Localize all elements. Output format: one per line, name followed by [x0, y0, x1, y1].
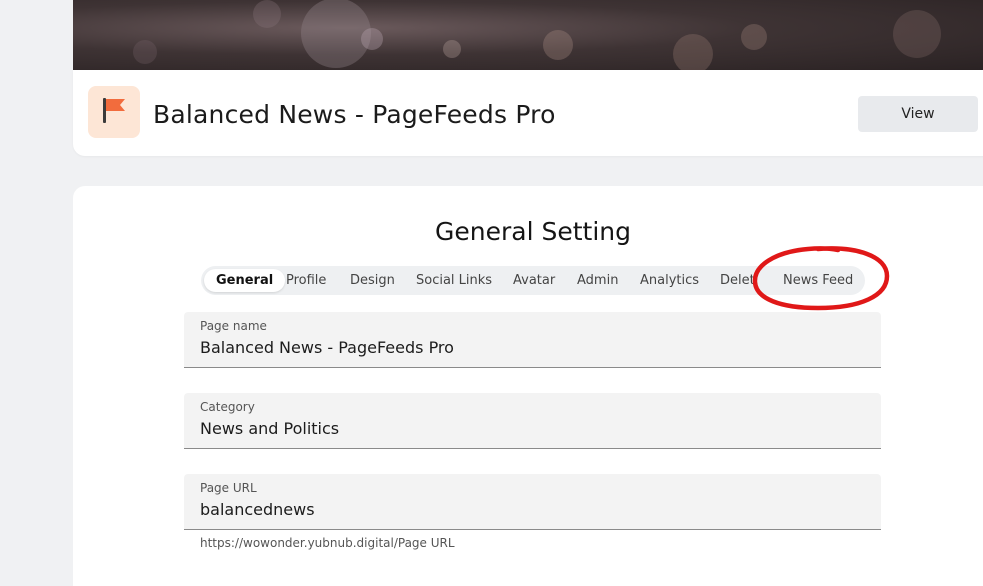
page-url-field[interactable]: Page URL balancednews: [184, 474, 881, 530]
page-name-input[interactable]: Balanced News - PageFeeds Pro: [200, 338, 454, 357]
settings-tabs: General Profile Design Social Links Avat…: [201, 266, 865, 295]
page-name-field[interactable]: Page name Balanced News - PageFeeds Pro: [184, 312, 881, 368]
page-title: Balanced News - PageFeeds Pro: [153, 100, 556, 129]
settings-title: General Setting: [435, 217, 631, 246]
bokeh-circle: [443, 40, 461, 58]
tab-delete[interactable]: Delet: [720, 269, 755, 292]
bokeh-circle: [133, 40, 157, 64]
tab-design[interactable]: Design: [350, 269, 395, 292]
tab-social-links[interactable]: Social Links: [416, 269, 492, 292]
flag-icon: [97, 93, 131, 131]
page-url-helper: https://wowonder.yubnub.digital/Page URL: [200, 536, 455, 550]
bokeh-circle: [543, 30, 573, 60]
category-select[interactable]: News and Politics: [200, 419, 339, 438]
category-field[interactable]: Category News and Politics: [184, 393, 881, 449]
bokeh-circle: [673, 34, 713, 70]
bokeh-circle: [893, 10, 941, 58]
bokeh-circle: [253, 0, 281, 28]
tab-profile[interactable]: Profile: [286, 269, 326, 292]
page-avatar[interactable]: [88, 86, 140, 138]
tab-admin[interactable]: Admin: [577, 269, 618, 292]
tab-news-feed[interactable]: News Feed: [783, 269, 853, 292]
settings-card: General Setting General Profile Design S…: [73, 186, 983, 586]
page-header-card: Balanced News - PageFeeds Pro View: [73, 70, 983, 156]
bokeh-circle: [361, 28, 383, 50]
category-label: Category: [200, 400, 255, 414]
cover-photo: [73, 0, 983, 70]
page-url-label: Page URL: [200, 481, 257, 495]
tab-general[interactable]: General: [204, 269, 286, 292]
tab-avatar[interactable]: Avatar: [513, 269, 555, 292]
bokeh-circle: [301, 0, 371, 68]
tab-analytics[interactable]: Analytics: [640, 269, 699, 292]
bokeh-circle: [741, 24, 767, 50]
view-button[interactable]: View: [858, 96, 978, 132]
page-name-label: Page name: [200, 319, 267, 333]
page-url-input[interactable]: balancednews: [200, 500, 315, 519]
